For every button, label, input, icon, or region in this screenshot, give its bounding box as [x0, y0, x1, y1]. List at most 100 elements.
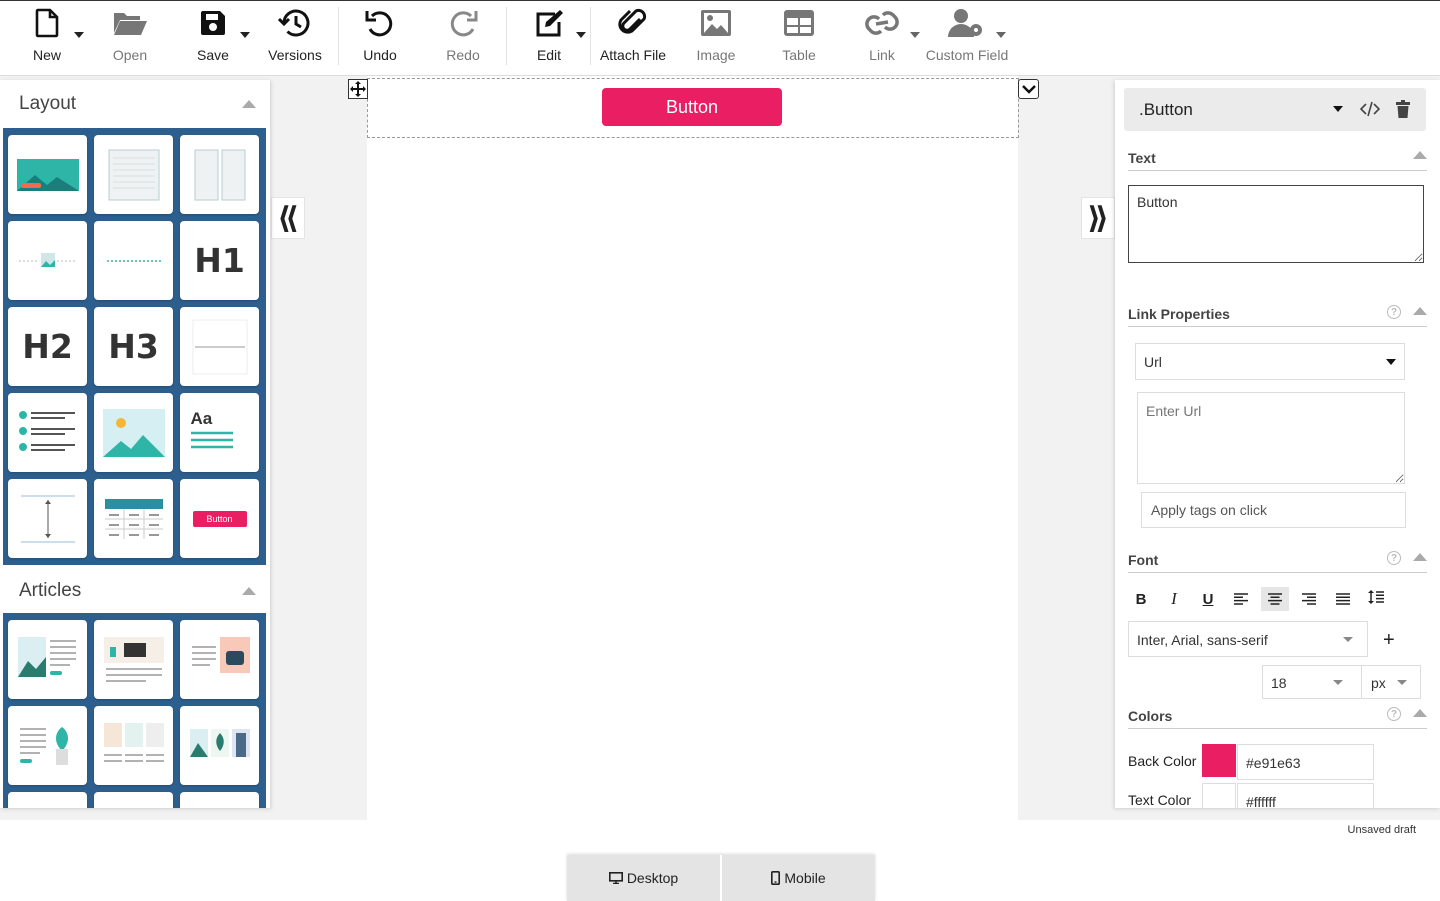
collapse-right-panel-icon[interactable]: ⟫ [1081, 197, 1115, 239]
article-template-1-tile[interactable] [8, 620, 87, 699]
edit-button[interactable]: Edit [530, 1, 568, 73]
single-column-block-tile[interactable] [94, 135, 173, 214]
layout-section-header[interactable]: Layout [0, 80, 270, 128]
italic-button[interactable]: I [1160, 587, 1188, 611]
line-block-tile[interactable] [180, 307, 259, 386]
article-template-9-tile[interactable] [180, 792, 259, 808]
custom-field-dropdown-caret[interactable] [996, 32, 1006, 38]
block-options-chevron-icon[interactable] [1018, 79, 1039, 99]
line-height-icon[interactable] [1362, 585, 1390, 609]
back-color-swatch[interactable] [1202, 744, 1236, 777]
back-color-input[interactable]: #e91e63 [1237, 744, 1374, 780]
colors-section-header[interactable]: Colors ? [1128, 705, 1427, 729]
two-column-block-tile[interactable] [180, 135, 259, 214]
url-input[interactable] [1137, 392, 1405, 484]
image-button[interactable]: Image [694, 1, 738, 73]
undo-button[interactable]: Undo [360, 1, 400, 73]
underline-button[interactable]: U [1194, 587, 1222, 611]
text-lines-icon [190, 431, 233, 448]
articles-section-header[interactable]: Articles [0, 567, 270, 615]
font-section-header[interactable]: Font ? [1128, 549, 1427, 573]
collapse-left-panel-icon[interactable]: ⟪ [271, 197, 305, 239]
element-dropdown-caret-icon[interactable] [1333, 106, 1343, 112]
image-block-tile[interactable] [8, 221, 87, 300]
collapse-triangle-icon[interactable] [242, 587, 256, 595]
text-section-header[interactable]: Text [1128, 147, 1427, 171]
button-text-textarea[interactable]: Button [1128, 185, 1424, 263]
link-properties-section-header[interactable]: Link Properties ? [1128, 303, 1427, 327]
font-family-select[interactable]: Inter, Arial, sans-serif [1128, 621, 1368, 657]
link-button[interactable]: Link [862, 1, 902, 73]
align-left-icon[interactable] [1227, 587, 1255, 611]
save-dropdown-caret[interactable] [240, 32, 250, 38]
checklist-icon [18, 410, 75, 451]
move-handle-icon[interactable] [348, 79, 368, 99]
desktop-view-button[interactable]: Desktop [567, 855, 720, 901]
save-status-text: Unsaved draft [1347, 824, 1416, 836]
article-template-6-tile[interactable] [180, 706, 259, 785]
table-block-tile[interactable] [94, 479, 173, 558]
link-dropdown-caret[interactable] [910, 32, 920, 38]
apply-tags-input[interactable]: Apply tags on click [1141, 492, 1406, 528]
code-view-icon[interactable] [1359, 100, 1381, 123]
article-template-2-tile[interactable] [94, 620, 173, 699]
align-right-icon[interactable] [1295, 587, 1323, 611]
font-size-select[interactable]: 18 [1262, 665, 1362, 699]
attach-file-label: Attach File [599, 47, 667, 63]
heading2-block-tile[interactable]: H2 [8, 307, 87, 386]
article-template-3-tile[interactable] [180, 620, 259, 699]
font-unit-select[interactable]: px [1361, 665, 1421, 699]
new-label: New [32, 47, 61, 63]
new-dropdown-caret[interactable] [74, 32, 84, 38]
heading3-block-tile[interactable]: H3 [94, 307, 173, 386]
attach-file-button[interactable]: Attach File [600, 1, 666, 73]
link-chain-icon [864, 1, 900, 45]
article-template-5-tile[interactable] [94, 706, 173, 785]
collapse-triangle-icon[interactable] [1413, 307, 1427, 315]
help-question-icon[interactable]: ? [1387, 305, 1401, 319]
save-button[interactable]: Save [194, 1, 232, 73]
align-center-icon[interactable] [1261, 587, 1289, 611]
help-question-icon[interactable]: ? [1387, 551, 1401, 565]
collapse-triangle-icon[interactable] [1413, 151, 1427, 159]
button-block-tile[interactable]: Button [180, 479, 259, 558]
collapse-triangle-icon[interactable] [242, 100, 256, 108]
canvas-button-element[interactable]: Button [602, 88, 782, 126]
spacer-block-tile[interactable] [8, 479, 87, 558]
text-color-swatch[interactable] [1202, 783, 1236, 808]
articles-section-title: Articles [19, 580, 82, 601]
back-color-value: #e91e63 [1246, 755, 1301, 771]
heading1-block-tile[interactable]: H1 [180, 221, 259, 300]
article-template-icon [103, 722, 164, 762]
email-canvas[interactable] [367, 76, 1018, 820]
hero-image-block-tile[interactable] [8, 135, 87, 214]
new-button[interactable]: New [26, 1, 68, 73]
text-block-tile[interactable]: Aa [180, 393, 259, 472]
collapse-triangle-icon[interactable] [1413, 553, 1427, 561]
article-template-8-tile[interactable] [94, 792, 173, 808]
user-gear-icon [947, 1, 987, 45]
new-document-icon [34, 1, 60, 45]
selected-element-bar[interactable]: .Button [1124, 88, 1426, 131]
properties-panel: .Button Text Button Link Properties ? Ur… [1115, 80, 1440, 808]
delete-trash-icon[interactable] [1396, 100, 1410, 123]
link-type-select[interactable]: Url [1135, 343, 1405, 380]
table-button[interactable]: Table [779, 1, 819, 73]
add-font-plus-icon[interactable]: + [1383, 629, 1395, 652]
article-template-7-tile[interactable] [8, 792, 87, 808]
help-question-icon[interactable]: ? [1387, 707, 1401, 721]
collapse-triangle-icon[interactable] [1413, 709, 1427, 717]
image-card-block-tile[interactable] [94, 393, 173, 472]
custom-field-label: Custom Field [925, 47, 1009, 63]
text-color-input[interactable]: #ffffff [1237, 783, 1374, 808]
article-template-4-tile[interactable] [8, 706, 87, 785]
open-button[interactable]: Open [108, 1, 152, 73]
align-justify-icon[interactable] [1329, 587, 1357, 611]
bold-button[interactable]: B [1127, 587, 1155, 611]
edit-dropdown-caret[interactable] [576, 32, 586, 38]
mobile-view-button[interactable]: Mobile [720, 855, 875, 901]
versions-button[interactable]: Versions [266, 1, 324, 73]
checklist-block-tile[interactable] [8, 393, 87, 472]
divider-block-tile[interactable] [94, 221, 173, 300]
redo-button[interactable]: Redo [443, 1, 483, 73]
